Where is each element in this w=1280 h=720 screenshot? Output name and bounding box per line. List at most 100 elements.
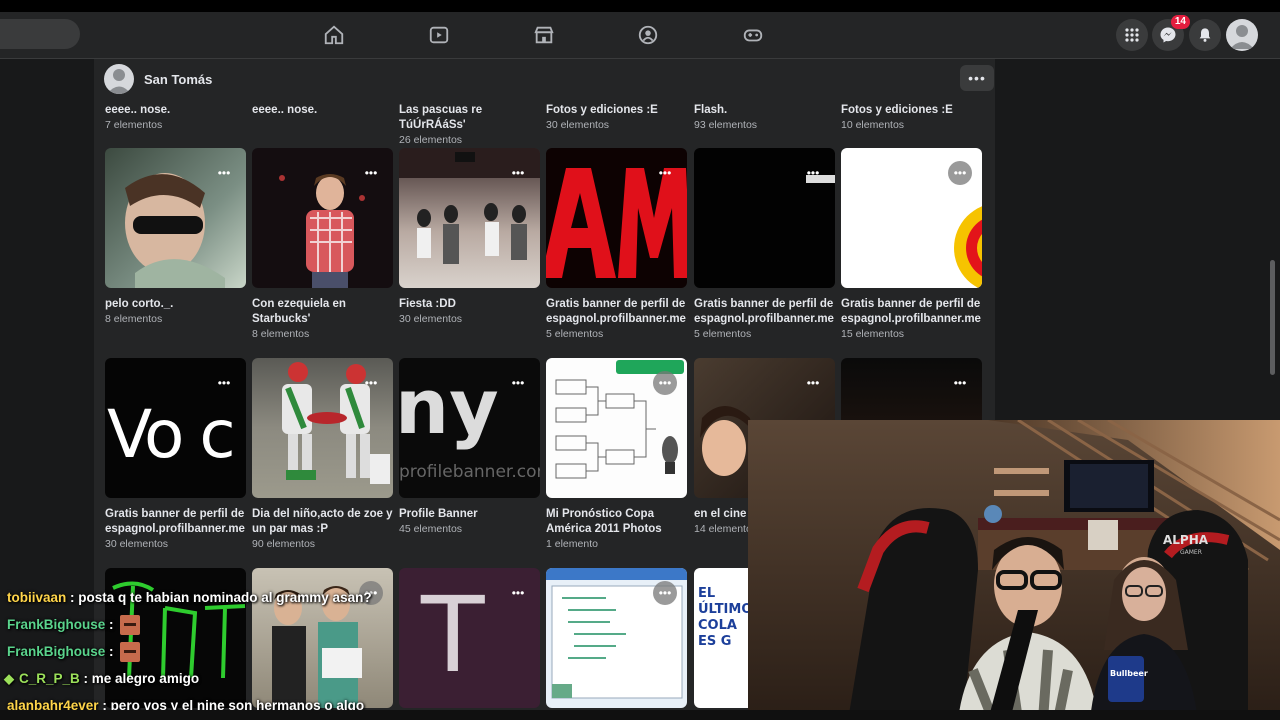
album-card[interactable]: ••• Con ezequiela en Starbucks' 8 elemen…	[252, 148, 393, 342]
album-card[interactable]: eeee.. nose.	[252, 103, 393, 118]
album-card[interactable]: ••• Fiesta :DD 30 elementos	[399, 148, 540, 327]
album-options-icon[interactable]: •••	[801, 161, 825, 185]
album-options-icon[interactable]: •••	[948, 371, 972, 395]
album-thumbnail[interactable]: ny profilebanner.cor •••	[399, 358, 540, 498]
album-options-icon[interactable]: •••	[801, 371, 825, 395]
album-title[interactable]: Con ezequiela en Starbucks'	[252, 297, 393, 327]
album-count: 7 elementos	[105, 119, 163, 131]
album-thumbnail[interactable]: •••	[694, 148, 835, 288]
thumbnail-subtext: profilebanner.cor	[399, 462, 540, 482]
album-count: 5 elementos	[546, 328, 604, 340]
album-card[interactable]: •••	[546, 568, 687, 708]
album-title[interactable]: Profile Banner	[399, 507, 540, 522]
album-card[interactable]: Vo c ••• Gratis banner de perfil de espa…	[105, 358, 246, 552]
bell-icon[interactable]	[1189, 19, 1221, 51]
album-title[interactable]: Fotos y ediciones :E	[841, 103, 982, 118]
profile-avatar[interactable]	[104, 64, 134, 94]
album-title[interactable]: Fiesta :DD	[399, 297, 540, 312]
gaming-icon[interactable]	[740, 22, 766, 48]
album-title[interactable]: eeee.. nose.	[105, 103, 246, 118]
album-thumbnail[interactable]: •••	[399, 148, 540, 288]
album-card[interactable]: EL ÚLTIMO COLA ES G	[694, 568, 754, 708]
album-options-icon[interactable]: •••	[653, 371, 677, 395]
album-options-icon[interactable]: •••	[506, 581, 530, 605]
page-scrollbar[interactable]	[1270, 260, 1275, 375]
album-options-icon[interactable]: •••	[506, 371, 530, 395]
home-icon[interactable]	[321, 22, 347, 48]
album-card[interactable]: ••• Mi Pronóstico Copa América 2011 Phot…	[546, 358, 687, 552]
album-thumbnail[interactable]: •••	[105, 148, 246, 288]
album-title[interactable]: Mi Pronóstico Copa América 2011 Photos	[546, 507, 687, 537]
chat-text: me alegro amigo	[91, 671, 200, 686]
groups-icon[interactable]	[635, 22, 661, 48]
album-card[interactable]: ••• Gratis banner de perfil de espagnol.…	[694, 148, 835, 342]
album-thumbnail[interactable]: Vo c •••	[105, 358, 246, 498]
album-thumbnail[interactable]: EL ÚLTIMO COLA ES G	[694, 568, 754, 708]
album-card[interactable]: ••• Gratis banner de perfil de espagnol.…	[841, 148, 982, 342]
album-card[interactable]: eeee.. nose. 7 elementos	[105, 103, 246, 133]
album-thumbnail[interactable]: •••	[546, 358, 687, 498]
album-count: 1 elemento	[546, 538, 598, 550]
album-card[interactable]: ••• Dia del niño,acto de zoe y un par ma…	[252, 358, 393, 552]
video-icon[interactable]	[426, 22, 452, 48]
profile-header: San Tomás	[104, 64, 212, 94]
album-count: 10 elementos	[841, 119, 905, 131]
album-card[interactable]: ••• pelo corto._. 8 elementos	[105, 148, 246, 327]
album-title[interactable]: pelo corto._.	[105, 297, 246, 312]
album-thumbnail[interactable]: T •••	[399, 568, 540, 708]
more-options-button[interactable]: •••	[960, 65, 994, 91]
marketplace-icon[interactable]	[531, 22, 557, 48]
profile-name[interactable]: San Tomás	[144, 72, 212, 87]
album-card[interactable]: T •••	[399, 568, 540, 708]
album-title[interactable]: Gratis banner de perfil de espagnol.prof…	[841, 297, 982, 327]
album-options-icon[interactable]: •••	[506, 161, 530, 185]
chair-brand-text: ALPHA	[1163, 533, 1209, 547]
album-options-icon[interactable]: •••	[653, 581, 677, 605]
emote-icon	[119, 614, 140, 635]
album-thumbnail[interactable]: •••	[546, 148, 687, 288]
album-card[interactable]: Fotos y ediciones :E 30 elementos	[546, 103, 687, 133]
album-title[interactable]: Flash.	[694, 103, 835, 118]
album-options-icon[interactable]: •••	[212, 371, 236, 395]
thumbnail-text: T	[421, 574, 485, 696]
album-options-icon[interactable]: •••	[948, 161, 972, 185]
album-card[interactable]: ny profilebanner.cor ••• Profile Banner …	[399, 358, 540, 537]
chair-brand-subtext: GAMER	[1180, 549, 1202, 556]
album-options-icon[interactable]: •••	[653, 161, 677, 185]
album-title[interactable]: Gratis banner de perfil de espagnol.prof…	[105, 507, 246, 537]
album-options-icon[interactable]: •••	[212, 161, 236, 185]
album-title[interactable]: Las pascuas re TúÚrRÁáSs'	[399, 103, 549, 133]
chat-message: tobiivaan : posta q te habian nominado a…	[0, 584, 372, 611]
chat-username: tobiivaan	[7, 590, 67, 605]
album-count: 30 elementos	[399, 313, 463, 325]
webcam-overlay: ALPHA GAMER Bullbeer	[748, 420, 1280, 720]
album-title[interactable]: Gratis banner de perfil de espagnol.prof…	[546, 297, 687, 327]
album-title[interactable]: eeee.. nose.	[252, 103, 393, 118]
menu-grid-icon[interactable]	[1116, 19, 1148, 51]
chat-separator: :	[105, 617, 114, 632]
messenger-icon[interactable]: 14	[1152, 15, 1190, 51]
album-count: 93 elementos	[694, 119, 758, 131]
album-count: 15 elementos	[841, 328, 905, 340]
thumbnail-text: Vo c	[107, 396, 236, 473]
album-card[interactable]: Las pascuas re TúÚrRÁáSs' 26 elementos	[399, 103, 549, 148]
album-count: 5 elementos	[694, 328, 752, 340]
album-count: 26 elementos	[399, 134, 463, 146]
album-thumbnail[interactable]: •••	[252, 148, 393, 288]
album-thumbnail[interactable]: •••	[252, 358, 393, 498]
avatar[interactable]	[1226, 19, 1258, 51]
album-title[interactable]: Dia del niño,acto de zoe y un par mas :P	[252, 507, 393, 537]
album-card[interactable]: Flash. 93 elementos	[694, 103, 835, 133]
album-thumbnail[interactable]: •••	[546, 568, 687, 708]
album-card[interactable]: ••• Gratis banner de perfil de espagnol.…	[546, 148, 687, 342]
album-thumbnail[interactable]: •••	[841, 148, 982, 288]
album-card[interactable]: Fotos y ediciones :E 10 elementos	[841, 103, 982, 133]
album-options-icon[interactable]: •••	[359, 161, 383, 185]
search-input[interactable]	[0, 19, 80, 49]
album-title[interactable]: Fotos y ediciones :E	[546, 103, 687, 118]
diamond-badge-icon: ◆	[4, 670, 14, 686]
chat-username: C_R_P_B	[19, 671, 80, 686]
album-title[interactable]: Gratis banner de perfil de espagnol.prof…	[694, 297, 835, 327]
chat-separator: :	[66, 590, 79, 605]
album-options-icon[interactable]: •••	[359, 371, 383, 395]
